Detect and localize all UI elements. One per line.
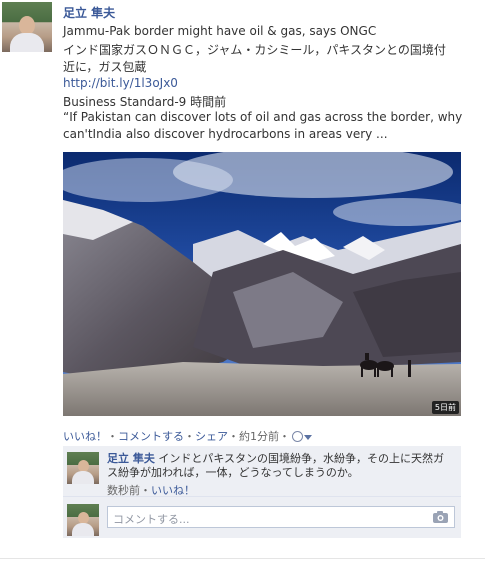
separator-dot: ・	[279, 430, 290, 443]
comment-item: 足立 隼夫 インドとパキスタンの国境紛争，水紛争，その上に天然ガス紛争が加われば…	[63, 446, 461, 497]
comment-input[interactable]: コメントする...	[107, 506, 455, 528]
post-actions: いいね！・コメントする・シェア・約1分前・	[63, 428, 312, 444]
post-source: Business Standard-9 時間前	[63, 95, 227, 109]
comments-section: 足立 隼夫 インドとパキスタンの国境紛争，水紛争，その上に天然ガス紛争が加われば…	[63, 446, 461, 538]
chevron-down-icon[interactable]	[304, 434, 312, 440]
globe-icon[interactable]	[292, 430, 303, 442]
post-quote-line1: “If Pakistan can discover lots of oil an…	[63, 110, 463, 124]
share-link[interactable]: シェア	[195, 430, 228, 443]
avatar-body	[72, 471, 94, 484]
separator-dot: ・	[228, 430, 239, 443]
camera-icon[interactable]	[433, 511, 448, 523]
post-quote-line2: can'tIndia also discover hydrocarbons in…	[63, 127, 388, 141]
comment-time[interactable]: 数秒前	[107, 484, 140, 497]
comment-author-name[interactable]: 足立 隼夫	[107, 452, 155, 465]
comment-body: 足立 隼夫 インドとパキスタンの国境紛争，水紛争，その上に天然ガス紛争が加われば…	[107, 452, 447, 480]
separator-dot: ・	[184, 430, 195, 443]
post-title-en: Jammu-Pak border might have oil & gas, s…	[63, 24, 377, 38]
photo-date-badge: 5日前	[431, 401, 459, 414]
post-photo[interactable]: 5日前	[63, 152, 461, 416]
comment-input-placeholder: コメントする...	[113, 513, 190, 526]
comment-meta: 数秒前・いいね！	[107, 482, 195, 498]
post-author-name[interactable]: 足立 隼夫	[63, 4, 115, 21]
mountain-landscape-image	[63, 152, 461, 416]
separator-dot: ・	[107, 430, 118, 443]
like-link[interactable]: いいね！	[63, 430, 107, 443]
post-title-jp-line1: インド国家ガスＯＮＧＣ，ジャム・カシミール，パキスタンとの国境付	[63, 43, 446, 57]
post-title-jp-line2: 近に，ガス包蔵	[63, 60, 147, 74]
author-avatar[interactable]	[2, 2, 52, 52]
avatar-body	[10, 33, 44, 52]
divider	[0, 558, 485, 559]
comment-link[interactable]: コメントする	[118, 430, 184, 443]
comment-text: インドとパキスタンの国境紛争，水紛争，その上に天然ガス紛争が加われば，一体，どう…	[107, 452, 445, 479]
separator-dot: ・	[140, 484, 151, 497]
comment-author-avatar[interactable]	[67, 452, 99, 484]
current-user-avatar	[67, 504, 99, 536]
post-timestamp[interactable]: 約1分前	[239, 430, 279, 443]
post-link[interactable]: http://bit.ly/1l3oJx0	[63, 76, 178, 90]
avatar-body	[72, 523, 94, 536]
comment-like-link[interactable]: いいね！	[151, 484, 195, 497]
